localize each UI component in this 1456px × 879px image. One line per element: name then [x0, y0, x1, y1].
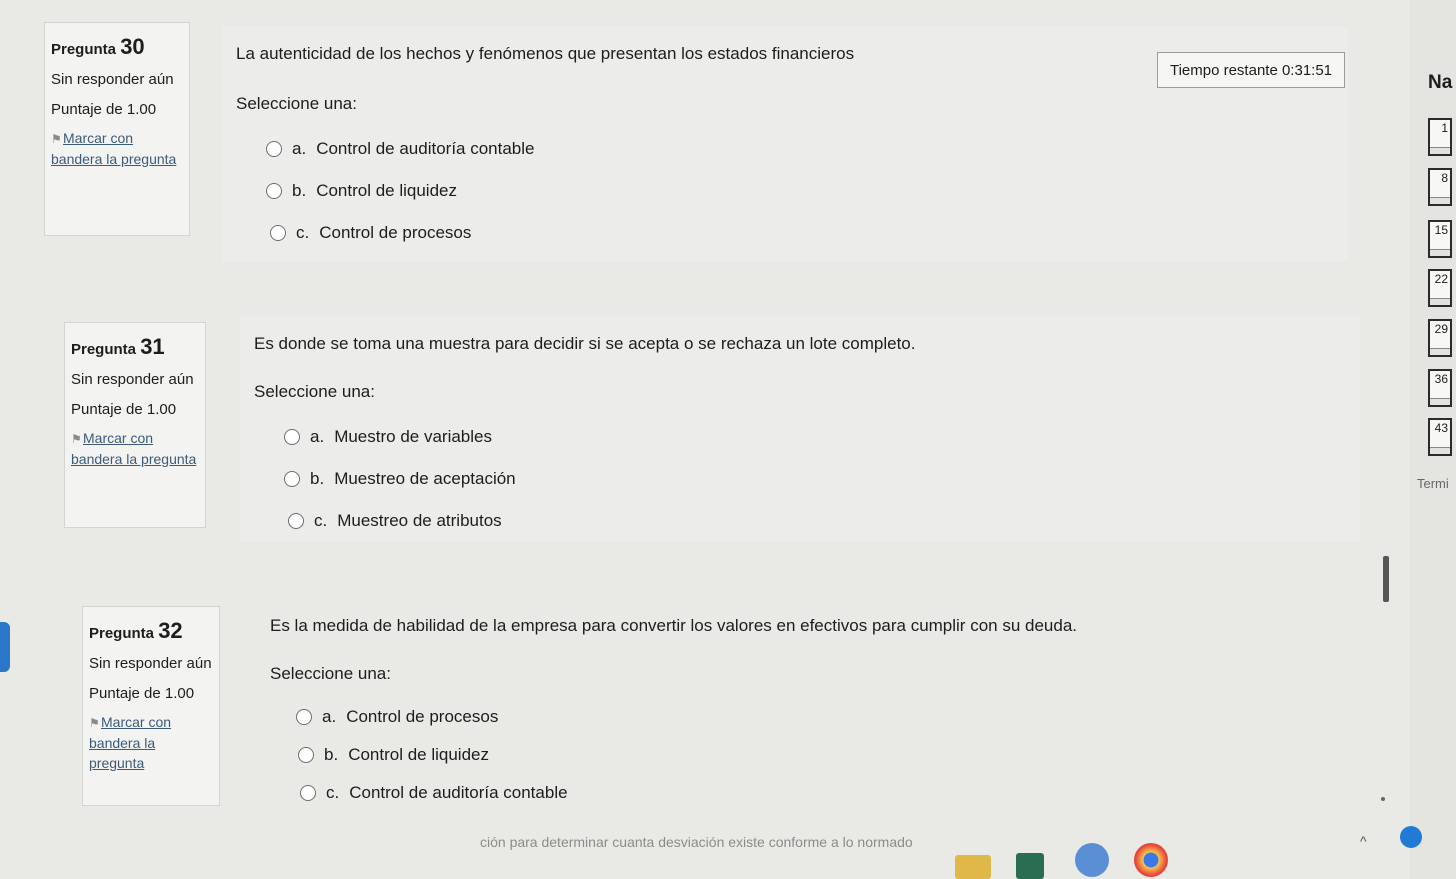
- question-info-30: Pregunta 30 Sin responder aún Puntaje de…: [44, 22, 190, 236]
- answer-option-a[interactable]: a. Control de procesos: [270, 698, 1352, 736]
- question-number: 32: [158, 618, 183, 643]
- time-remaining: Tiempo restante 0:31:51: [1157, 52, 1345, 88]
- nav-question-8[interactable]: 8: [1428, 168, 1452, 206]
- radio-button[interactable]: [270, 225, 286, 241]
- answer-option-b[interactable]: b. Control de liquidez: [236, 170, 1334, 212]
- nav-question-43[interactable]: 43: [1428, 418, 1452, 456]
- radio-button[interactable]: [288, 513, 304, 529]
- question-title: Pregunta 30: [51, 34, 145, 59]
- chat-app-icon[interactable]: [1075, 843, 1109, 877]
- answer-prompt: Seleccione una:: [236, 94, 357, 113]
- radio-button[interactable]: [266, 183, 282, 199]
- nav-question-22[interactable]: 22: [1428, 269, 1452, 307]
- file-explorer-icon[interactable]: [955, 855, 991, 879]
- question-number: 30: [120, 34, 145, 59]
- flag-icon: ⚑: [51, 132, 62, 147]
- question-content-32: Es la medida de habilidad de la empresa …: [256, 598, 1366, 808]
- question-grade: Puntaje de 1.00: [71, 400, 177, 418]
- side-tab[interactable]: [0, 622, 10, 672]
- answer-option-c[interactable]: c. Control de procesos: [236, 212, 1334, 254]
- nav-question-36[interactable]: 36: [1428, 369, 1452, 407]
- navigation-title: Na: [1428, 72, 1453, 93]
- nav-question-1[interactable]: 1: [1428, 118, 1452, 156]
- answer-option-a[interactable]: a. Muestro de variables: [254, 416, 1346, 458]
- radio-button[interactable]: [266, 141, 282, 157]
- radio-button[interactable]: [296, 709, 312, 725]
- answer-option-c[interactable]: c. Muestreo de atributos: [254, 500, 1346, 542]
- question-state: Sin responder aún: [89, 654, 212, 672]
- flag-icon: ⚑: [71, 432, 82, 447]
- answer-option-c[interactable]: c. Control de auditoría contable: [270, 774, 1352, 812]
- radio-button[interactable]: [298, 747, 314, 763]
- finish-attempt-link[interactable]: Termi: [1417, 476, 1449, 491]
- question-grade: Puntaje de 1.00: [51, 100, 157, 118]
- nav-question-15[interactable]: 15: [1428, 220, 1452, 258]
- question-content-31: Es donde se toma una muestra para decidi…: [240, 316, 1360, 542]
- radio-button[interactable]: [284, 429, 300, 445]
- radio-button[interactable]: [300, 785, 316, 801]
- chrome-icon[interactable]: [1134, 843, 1168, 877]
- question-state: Sin responder aún: [51, 70, 174, 88]
- question-text: Es donde se toma una muestra para decidi…: [254, 334, 916, 353]
- store-icon[interactable]: [1016, 853, 1044, 879]
- answer-option-a[interactable]: a. Control de auditoría contable: [236, 128, 1334, 170]
- flag-question-link[interactable]: ⚑Marcar con bandera la pregunta: [71, 428, 199, 469]
- next-question-text: ción para determinar cuanta desviación e…: [480, 834, 913, 850]
- flag-question-link[interactable]: ⚑Marcar con bandera la pregunta: [51, 128, 183, 169]
- tray-chevron-icon[interactable]: ^: [1360, 833, 1367, 849]
- scrollbar-thumb[interactable]: [1383, 556, 1389, 602]
- scroll-dot: [1381, 797, 1385, 801]
- radio-button[interactable]: [284, 471, 300, 487]
- flag-question-link[interactable]: ⚑Marcar con bandera la pregunta: [89, 712, 213, 773]
- question-info-31: Pregunta 31 Sin responder aún Puntaje de…: [64, 322, 206, 528]
- nav-question-29[interactable]: 29: [1428, 319, 1452, 357]
- question-grade: Puntaje de 1.00: [89, 684, 195, 702]
- answer-prompt: Seleccione una:: [254, 382, 375, 401]
- question-text: Es la medida de habilidad de la empresa …: [270, 616, 1078, 635]
- answer-prompt: Seleccione una:: [270, 664, 391, 683]
- flag-icon: ⚑: [89, 716, 100, 731]
- question-number: 31: [140, 334, 165, 359]
- answer-option-b[interactable]: b. Control de liquidez: [270, 736, 1352, 774]
- quiz-page: Pregunta 30 Sin responder aún Puntaje de…: [0, 0, 1456, 879]
- question-title: Pregunta 32: [89, 618, 183, 643]
- cloud-tray-icon[interactable]: [1400, 826, 1422, 848]
- quiz-navigation: Na 1 8 15 22 29 36 43 Termi: [1410, 0, 1456, 879]
- question-info-32: Pregunta 32 Sin responder aún Puntaje de…: [82, 606, 220, 806]
- answer-option-b[interactable]: b. Muestreo de aceptación: [254, 458, 1346, 500]
- question-title: Pregunta 31: [71, 334, 165, 359]
- question-state: Sin responder aún: [71, 370, 194, 388]
